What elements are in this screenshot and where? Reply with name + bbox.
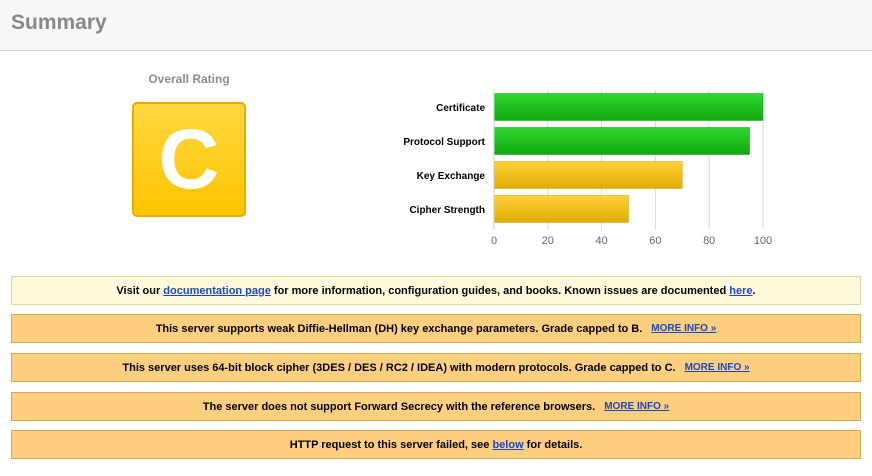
grade-badge: C [132, 102, 246, 217]
bar-protocol-support [493, 127, 750, 155]
forward-secrecy-warning-notice: The server does not support Forward Secr… [11, 392, 861, 421]
grade-letter: C [158, 111, 220, 206]
rating-chart: 0 20 40 60 80 100 Certificate Protocol Support K… [360, 85, 800, 255]
notice-text: This server uses 64-bit block cipher (3D… [122, 361, 676, 374]
x-tick-label: 40 [595, 235, 607, 247]
more-info-link[interactable]: MORE INFO » [604, 401, 669, 412]
page-title: Summary [11, 11, 107, 34]
x-tick-label: 60 [649, 235, 661, 247]
http-failed-notice: HTTP request to this server failed, see … [11, 430, 861, 459]
x-tick-label: 0 [491, 235, 497, 247]
summary-header: Summary [0, 0, 872, 51]
x-tick-label: 80 [703, 235, 715, 247]
notice-text: Visit our [116, 284, 164, 297]
notice-text: HTTP request to this server failed, see [289, 438, 493, 451]
notice-text: . [752, 284, 756, 297]
bar-cipher-strength [493, 195, 629, 223]
notice-text: The server does not support Forward Secr… [202, 400, 596, 413]
notice-text: This server supports weak Diffie-Hellman… [155, 322, 643, 335]
known-issues-link[interactable]: here [729, 285, 752, 297]
documentation-notice: Visit our documentation page for more in… [11, 276, 861, 305]
x-tick-label: 100 [754, 235, 772, 247]
category-label: Key Exchange [417, 171, 486, 182]
overall-rating-label: Overall Rating [148, 72, 230, 86]
below-link[interactable]: below [492, 439, 523, 451]
rating-bar-chart: 0 20 40 60 80 100 Certificate Protocol Support K… [403, 90, 772, 247]
x-tick-label: 20 [542, 235, 554, 247]
category-label: Certificate [436, 103, 485, 114]
category-label: Cipher Strength [409, 205, 485, 216]
more-info-link[interactable]: MORE INFO » [651, 323, 716, 334]
more-info-link[interactable]: MORE INFO » [685, 362, 750, 373]
bar-certificate [493, 93, 764, 121]
documentation-page-link[interactable]: documentation page [163, 285, 271, 297]
bar-key-exchange [493, 161, 683, 189]
dh-warning-notice: This server supports weak Diffie-Hellman… [11, 314, 861, 343]
notice-text: for more information, configuration guid… [270, 284, 730, 297]
category-label: Protocol Support [403, 137, 485, 148]
notice-text: for details. [523, 438, 583, 451]
block-cipher-warning-notice: This server uses 64-bit block cipher (3D… [11, 353, 861, 382]
